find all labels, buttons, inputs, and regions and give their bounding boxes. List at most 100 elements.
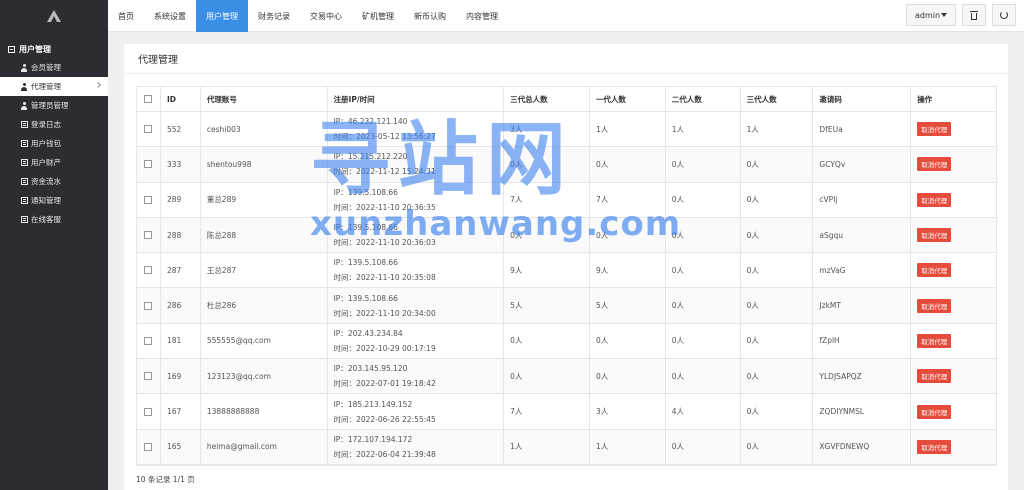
row-checkbox[interactable] bbox=[144, 372, 153, 381]
cancel-agent-button[interactable]: 取消代理 bbox=[917, 369, 952, 384]
column-header: 注册IP/时间 bbox=[328, 87, 505, 111]
action-cell: 取消代理 bbox=[911, 288, 996, 322]
cancel-agent-button[interactable]: 取消代理 bbox=[917, 439, 952, 454]
sidebar-item-4[interactable]: 用户钱包 bbox=[0, 134, 108, 153]
ip-value: 139.5.108.66 bbox=[347, 293, 398, 303]
cell-g1: 5人 bbox=[590, 288, 666, 323]
nav-tab-5[interactable]: 矿机管理 bbox=[352, 0, 404, 32]
cancel-agent-button[interactable]: 取消代理 bbox=[917, 228, 952, 243]
cell-id: 169 bbox=[161, 359, 201, 394]
time-prefix: 时间： bbox=[333, 238, 357, 248]
cell-account: heima@gmail.com bbox=[201, 429, 328, 464]
ip-line: IP：203.145.95.120 bbox=[334, 363, 408, 374]
nav-tab-0[interactable]: 首页 bbox=[108, 0, 144, 32]
sidebar-item-6[interactable]: 资金流水 bbox=[0, 172, 108, 191]
row-checkbox[interactable] bbox=[144, 195, 153, 204]
sidebar-item-5[interactable]: 用户财产 bbox=[0, 153, 108, 172]
list-icon bbox=[20, 159, 28, 167]
agent-table: ID 代理账号 注册IP/时间 三代总人数 一代人数 二代人数 三代人数 邀请码 操作 552 c… bbox=[136, 86, 997, 466]
ip-value: 203.145.95.120 bbox=[347, 364, 408, 374]
nav-tab-2[interactable]: 用户管理 bbox=[196, 0, 248, 32]
sidebar-item-8[interactable]: 在线客服 bbox=[0, 210, 108, 229]
sidebar-item-0[interactable]: 会员管理 bbox=[0, 58, 108, 77]
time-prefix: 时间： bbox=[333, 132, 357, 142]
nav-tab-1[interactable]: 系统设置 bbox=[144, 0, 196, 32]
sidebar-item-2[interactable]: 管理员管理 bbox=[0, 96, 108, 115]
action-cell: 取消代理 bbox=[911, 430, 996, 464]
cell-g2: 0人 bbox=[666, 253, 741, 288]
cell-account: 123123@qq.com bbox=[201, 359, 328, 394]
sidebar-item-1[interactable]: 代理管理 bbox=[0, 77, 108, 96]
top-actions: admin bbox=[906, 4, 1016, 26]
ip-prefix: IP： bbox=[333, 434, 348, 444]
cell-g1: 0人 bbox=[590, 323, 666, 359]
clear-cache-button[interactable] bbox=[962, 4, 986, 26]
row-select-cell bbox=[137, 288, 161, 323]
time-line: 时间：2022-11-10 20:34:00 bbox=[334, 308, 436, 319]
table-row: 287 王总287 IP：139.5.108.66 时间：2022-11-10 20:… bbox=[137, 253, 996, 289]
sidebar: 用户管理 会员管理代理管理 管理员管理 登录日志 用户钱包 用户财产 资金流水 通知管理 在线… bbox=[0, 0, 108, 490]
cell-id: 289 bbox=[161, 182, 201, 217]
ip-line: IP：172.107.194.172 bbox=[334, 434, 413, 445]
cell-g1: 0人 bbox=[590, 359, 666, 394]
cell-g1: 3人 bbox=[590, 394, 666, 429]
time-line: 时间：2022-06-04 21:39:48 bbox=[334, 449, 436, 460]
row-checkbox[interactable] bbox=[144, 266, 153, 275]
action-cell: 取消代理 bbox=[911, 253, 996, 287]
time-value: 2022-06-04 21:39:48 bbox=[356, 449, 436, 459]
cell-total: 5人 bbox=[504, 288, 590, 323]
row-checkbox[interactable] bbox=[144, 336, 153, 345]
time-prefix: 时间： bbox=[333, 273, 357, 283]
list-icon bbox=[20, 178, 28, 186]
time-prefix: 时间： bbox=[333, 379, 357, 389]
sidebar-item-label: 会员管理 bbox=[31, 63, 61, 72]
row-checkbox[interactable] bbox=[144, 442, 153, 451]
row-select-cell bbox=[137, 112, 161, 147]
cell-g1: 7人 bbox=[590, 182, 666, 217]
cell-code: YLDJSAPQZ bbox=[813, 359, 912, 394]
cancel-agent-button[interactable]: 取消代理 bbox=[917, 122, 952, 137]
nav-tab-7[interactable]: 内容管理 bbox=[456, 0, 508, 32]
row-select-cell bbox=[137, 429, 161, 464]
select-all-checkbox[interactable] bbox=[144, 95, 153, 103]
time-prefix: 时间： bbox=[333, 167, 357, 177]
cell-g3: 0人 bbox=[741, 253, 814, 288]
ip-time-cell: IP：139.5.108.66 时间：2022-11-10 20:35:08 bbox=[328, 253, 505, 288]
logo[interactable] bbox=[0, 0, 108, 32]
cell-g2: 0人 bbox=[666, 429, 741, 464]
refresh-button[interactable] bbox=[992, 4, 1016, 26]
row-checkbox[interactable] bbox=[144, 125, 153, 134]
row-checkbox[interactable] bbox=[144, 231, 153, 240]
sidebar-item-3[interactable]: 登录日志 bbox=[0, 115, 108, 134]
row-select-cell bbox=[137, 182, 161, 217]
ip-time-cell: IP：15.215.212.220 时间：2022-11-12 15:24:31 bbox=[328, 147, 505, 182]
cancel-agent-button[interactable]: 取消代理 bbox=[917, 333, 952, 348]
nav-tab-4[interactable]: 交易中心 bbox=[300, 0, 352, 32]
sidebar-section-heading[interactable]: 用户管理 bbox=[0, 40, 108, 58]
refresh-icon bbox=[1000, 11, 1008, 19]
nav-tab-6[interactable]: 新币认购 bbox=[404, 0, 456, 32]
sidebar-item-7[interactable]: 通知管理 bbox=[0, 191, 108, 210]
table-row: 333 shentou998 IP：15.215.212.220 时间：2022-11… bbox=[137, 147, 996, 183]
row-checkbox[interactable] bbox=[144, 160, 153, 169]
cell-g3: 0人 bbox=[741, 182, 814, 217]
user-menu-button[interactable]: admin bbox=[906, 4, 956, 26]
time-value: 2022-11-10 20:35:08 bbox=[356, 273, 436, 283]
cell-total: 0人 bbox=[504, 323, 590, 359]
cancel-agent-button[interactable]: 取消代理 bbox=[917, 157, 952, 172]
cancel-agent-button[interactable]: 取消代理 bbox=[917, 298, 952, 313]
cancel-agent-button[interactable]: 取消代理 bbox=[917, 404, 952, 419]
row-select-cell bbox=[137, 147, 161, 182]
row-checkbox[interactable] bbox=[144, 301, 153, 310]
list-icon bbox=[20, 216, 28, 224]
cancel-agent-button[interactable]: 取消代理 bbox=[917, 192, 952, 207]
row-checkbox[interactable] bbox=[144, 407, 153, 416]
cancel-agent-button[interactable]: 取消代理 bbox=[917, 263, 952, 278]
action-cell: 取消代理 bbox=[911, 218, 996, 252]
cell-code: aSgqu bbox=[813, 217, 912, 253]
nav-tab-3[interactable]: 财务记录 bbox=[248, 0, 300, 32]
time-prefix: 时间： bbox=[333, 414, 357, 424]
time-value: 2022-11-10 20:36:03 bbox=[356, 238, 436, 248]
cell-total: 0人 bbox=[504, 359, 590, 394]
cell-code: mzVaG bbox=[813, 253, 912, 288]
